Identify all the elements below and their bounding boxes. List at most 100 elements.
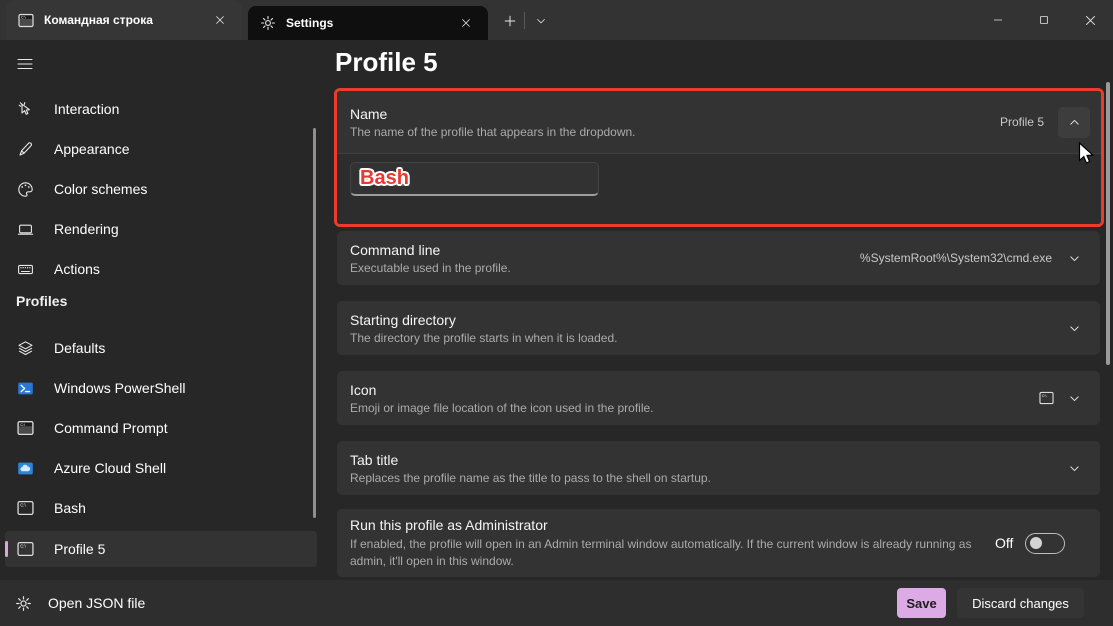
- cmd-icon: C:\: [17, 420, 34, 437]
- setting-description: If enabled, the profile will open in an …: [350, 536, 995, 570]
- setting-description: The directory the profile starts in when…: [350, 331, 1066, 345]
- profiles-section-header: Profiles: [16, 293, 67, 309]
- setting-title: Run this profile as Administrator: [350, 517, 995, 533]
- setting-card-command-line[interactable]: Command line Executable used in the prof…: [337, 231, 1100, 285]
- setting-current-value: %SystemRoot%\System32\cmd.exe: [860, 251, 1052, 265]
- sidebar-item-interaction[interactable]: Interaction: [5, 91, 317, 127]
- setting-title: Command line: [350, 242, 860, 258]
- gear-icon: [15, 595, 32, 612]
- setting-title: Starting directory: [350, 312, 1066, 328]
- cursor-click-icon: [17, 101, 34, 118]
- setting-card-tab-title[interactable]: Tab title Replaces the profile name as t…: [337, 441, 1100, 495]
- profile-settings-page: Profile 5 Name The name of the profile t…: [330, 40, 1113, 580]
- toggle-knob: [1030, 537, 1042, 549]
- svg-text:C:\: C:\: [21, 15, 26, 19]
- sidebar-item-profile-5[interactable]: C:\ Profile 5: [5, 531, 317, 567]
- pen-icon: [17, 141, 34, 158]
- sidebar-item-label: Defaults: [54, 340, 105, 356]
- sidebar-item-bash[interactable]: C:\ Bash: [5, 490, 317, 526]
- setting-description: The name of the profile that appears in …: [350, 125, 1000, 139]
- sidebar-item-rendering[interactable]: Rendering: [5, 211, 317, 247]
- sidebar-item-appearance[interactable]: Appearance: [5, 131, 317, 167]
- sidebar-item-command-prompt[interactable]: C:\ Command Prompt: [5, 410, 317, 446]
- sidebar-item-azure-cloud-shell[interactable]: Azure Cloud Shell: [5, 450, 317, 486]
- tab-settings[interactable]: Settings: [248, 6, 488, 40]
- tab-command-prompt[interactable]: C:\ Командная строка: [6, 0, 242, 40]
- open-json-file-button[interactable]: Open JSON file: [15, 588, 145, 618]
- sidebar-item-windows-powershell[interactable]: Windows PowerShell: [5, 370, 317, 406]
- setting-current-value: Profile 5: [1000, 115, 1044, 129]
- chevron-down-icon: [535, 15, 547, 27]
- selected-accent-bar: [5, 541, 8, 557]
- chevron-down-icon: [1066, 460, 1082, 476]
- svg-text:C:\: C:\: [20, 543, 26, 548]
- sidebar-item-label: Command Prompt: [54, 420, 168, 436]
- chevron-down-icon: [1066, 390, 1082, 406]
- setting-description: Replaces the profile name as the title t…: [350, 471, 1066, 485]
- svg-text:C:\: C:\: [20, 502, 26, 507]
- setting-description: Executable used in the profile.: [350, 261, 860, 275]
- sidebar-item-label: Rendering: [54, 221, 119, 237]
- minimize-button[interactable]: [975, 0, 1021, 40]
- admin-toggle-switch[interactable]: [1025, 533, 1065, 554]
- setting-row-name[interactable]: Name The name of the profile that appear…: [337, 91, 1101, 153]
- setting-description: Emoji or image file location of the icon…: [350, 401, 1039, 415]
- hamburger-menu-button[interactable]: [15, 55, 35, 73]
- window-controls: [975, 0, 1113, 40]
- page-title: Profile 5: [335, 47, 438, 78]
- annotated-input-text: Bash: [360, 167, 409, 190]
- setting-card-name: Name The name of the profile that appear…: [337, 91, 1101, 224]
- plus-icon: [503, 14, 517, 28]
- profile-name-input[interactable]: Bash: [350, 162, 599, 196]
- azure-cloud-icon: [17, 460, 34, 477]
- main-scrollbar[interactable]: [1106, 82, 1110, 365]
- tabbar-divider: [524, 12, 525, 29]
- powershell-icon: [17, 380, 34, 397]
- windows-terminal-settings-window: C:\ Командная строка Settings: [0, 0, 1113, 626]
- setting-title: Icon: [350, 382, 1039, 398]
- sidebar-item-defaults[interactable]: Defaults: [5, 330, 317, 366]
- setting-card-starting-directory[interactable]: Starting directory The directory the pro…: [337, 301, 1100, 355]
- sidebar-item-actions[interactable]: Actions: [5, 251, 317, 287]
- palette-icon: [17, 181, 34, 198]
- cmd-icon: C:\: [1039, 391, 1054, 406]
- mouse-cursor: [1078, 142, 1096, 168]
- sidebar-item-label: Windows PowerShell: [54, 380, 186, 396]
- open-json-file-label: Open JSON file: [48, 595, 145, 611]
- setting-title: Tab title: [350, 452, 1066, 468]
- cmd-icon: C:\: [17, 500, 34, 517]
- discard-changes-button[interactable]: Discard changes: [957, 588, 1084, 618]
- sidebar-item-label: Azure Cloud Shell: [54, 460, 166, 476]
- sidebar-item-label: Interaction: [54, 101, 119, 117]
- keyboard-icon: [17, 261, 34, 278]
- collapse-expander-button[interactable]: [1058, 107, 1090, 138]
- setting-card-run-as-administrator: Run this profile as Administrator If ena…: [337, 509, 1100, 577]
- cmd-icon: C:\: [18, 13, 34, 28]
- sidebar-item-label: Actions: [54, 261, 100, 277]
- tab-close-icon[interactable]: [208, 8, 232, 32]
- toggle-state-label: Off: [995, 535, 1013, 551]
- save-button[interactable]: Save: [897, 588, 946, 618]
- tab-close-icon[interactable]: [454, 11, 478, 35]
- monitor-icon: [17, 221, 34, 238]
- sidebar-item-label: Profile 5: [54, 541, 105, 557]
- layers-icon: [17, 340, 34, 357]
- gear-icon: [260, 15, 276, 31]
- sidebar-item-label: Bash: [54, 500, 86, 516]
- name-expanded-section: Bash: [337, 154, 1101, 224]
- sidebar-item-color-schemes[interactable]: Color schemes: [5, 171, 317, 207]
- setting-title: Name: [350, 106, 1000, 122]
- sidebar-item-label: Color schemes: [54, 181, 147, 197]
- chevron-down-icon: [1066, 320, 1082, 336]
- tab-dropdown-button[interactable]: [527, 7, 555, 35]
- sidebar-scrollbar[interactable]: [313, 128, 316, 518]
- maximize-button[interactable]: [1021, 0, 1067, 40]
- tab-label: Командная строка: [44, 13, 198, 27]
- new-tab-button[interactable]: [496, 7, 524, 35]
- close-button[interactable]: [1067, 0, 1113, 40]
- cmd-icon: C:\: [17, 541, 34, 558]
- chevron-down-icon: [1066, 250, 1082, 266]
- setting-card-icon[interactable]: Icon Emoji or image file location of the…: [337, 371, 1100, 425]
- chevron-up-icon: [1068, 116, 1081, 129]
- sidebar-item-label: Appearance: [54, 141, 130, 157]
